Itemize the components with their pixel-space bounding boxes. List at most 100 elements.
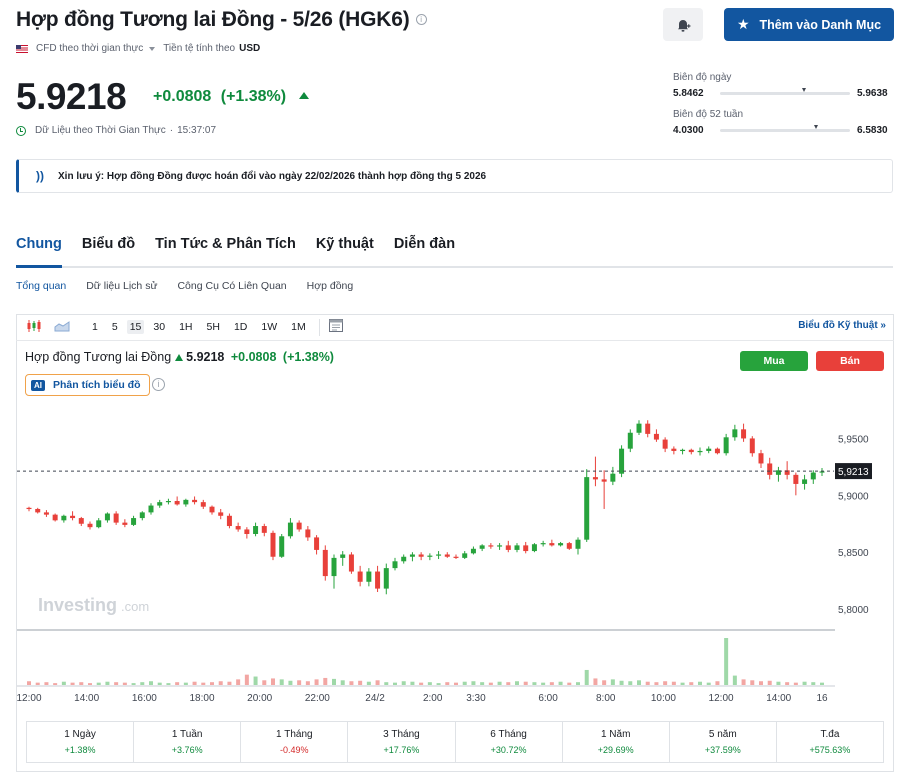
day-range-label: Biên độ ngày <box>673 72 732 83</box>
subtab-historical-data[interactable]: Dữ liệu Lịch sử <box>86 280 157 292</box>
volume-bar <box>79 682 84 685</box>
candle-body <box>697 450 703 453</box>
buy-button[interactable]: Mua <box>740 351 808 371</box>
candle-body <box>418 554 424 557</box>
volume-bar <box>340 680 345 685</box>
info-icon[interactable]: i <box>415 14 427 25</box>
volume-bar <box>706 682 711 685</box>
candle-body <box>331 557 337 577</box>
subtab-summary[interactable]: Tổng quan <box>16 280 66 292</box>
interval-5[interactable]: 5 <box>112 321 118 333</box>
volume-bar <box>497 681 502 685</box>
candle-body <box>549 543 555 546</box>
candle-body <box>253 526 259 534</box>
ai-chart-analysis-button[interactable]: AI Phân tích biểu đồ <box>25 374 150 396</box>
candle-body <box>523 545 529 552</box>
candle-body <box>52 514 58 521</box>
interval-1w[interactable]: 1W <box>261 321 277 333</box>
interval-1d[interactable]: 1D <box>234 321 247 333</box>
volume-bar <box>53 683 58 685</box>
candle-body <box>558 543 564 546</box>
volume-bar <box>262 680 267 685</box>
area-chart-type-icon[interactable] <box>54 320 70 335</box>
tab-technical[interactable]: Kỹ thuật <box>316 236 374 268</box>
interval-15[interactable]: 15 <box>126 320 145 334</box>
sub-tabs: Tổng quan Dữ liệu Lịch sử Công Cụ Có Liê… <box>16 280 373 292</box>
time-tick-label: 2:00 <box>423 693 443 704</box>
volume-bar <box>314 679 319 685</box>
interval-1m[interactable]: 1M <box>291 321 306 333</box>
price-chart[interactable]: Investing .com 5,95005,90005,85005,8000 … <box>17 400 893 710</box>
technical-chart-link[interactable]: Biểu đồ Kỹ thuật » <box>798 320 886 331</box>
add-alert-button[interactable] <box>663 8 703 41</box>
candle-body <box>261 526 267 533</box>
candle-body <box>505 545 511 550</box>
candle-body <box>436 554 442 556</box>
subtab-contracts[interactable]: Hợp đồng <box>307 280 354 292</box>
tab-overview[interactable]: Chung <box>16 236 62 268</box>
volume-bar <box>183 682 188 685</box>
candle-body <box>131 518 137 525</box>
source-label: CFD theo thời gian thực <box>36 43 144 54</box>
volume-bar <box>96 682 101 685</box>
candle-body <box>287 522 293 537</box>
tab-forum[interactable]: Diễn đàn <box>394 236 455 268</box>
candlesticks <box>26 420 825 595</box>
day-range-low: 5.8462 <box>673 88 704 99</box>
calendar-button[interactable] <box>328 319 343 335</box>
performance-value: +37.59% <box>704 745 741 755</box>
time-tick-label: 12:00 <box>709 693 734 704</box>
tab-news-analysis[interactable]: Tin Tức & Phân Tích <box>155 236 296 268</box>
volume-bar <box>88 683 92 685</box>
volume-bar <box>375 680 380 685</box>
candle-body <box>680 449 686 452</box>
legend-name: Hợp đồng Tương lai Đồng <box>25 350 172 364</box>
candle-body <box>270 532 276 557</box>
volume-bar <box>602 680 607 685</box>
candle-body <box>26 507 32 510</box>
volume-bar <box>445 682 450 685</box>
interval-1h[interactable]: 1H <box>179 321 192 333</box>
info-icon[interactable]: i <box>152 378 165 391</box>
candle-body <box>714 448 720 454</box>
candle-body <box>192 499 198 503</box>
calendar-icon <box>328 319 343 332</box>
candle-body <box>810 472 816 480</box>
volume-bar <box>236 679 241 685</box>
performance-cell: 3 Tháng +17.76% <box>348 722 456 762</box>
subtab-related-tools[interactable]: Công Cụ Có Liên Quan <box>177 280 286 292</box>
volume-bar <box>802 681 807 685</box>
volume-bar <box>410 681 415 685</box>
volume-bar <box>366 681 371 685</box>
sell-button[interactable]: Bán <box>816 351 884 371</box>
chevron-down-icon[interactable] <box>149 46 156 51</box>
chart-watermark: Investing <box>38 595 117 615</box>
volume-bar <box>610 679 615 685</box>
chart-toolbar: 1 5 15 30 1H 5H 1D 1W 1M Biểu đồ Kỹ thuậ… <box>16 314 894 341</box>
candle-body <box>226 515 232 527</box>
candle-body <box>671 448 677 451</box>
performance-value: +575.63% <box>809 745 851 755</box>
volume-bar <box>785 682 790 685</box>
tab-chart[interactable]: Biểu đồ <box>82 236 135 268</box>
candle-body <box>392 561 398 569</box>
performance-cell: 1 Năm +29.69% <box>563 722 670 762</box>
candle-body <box>78 518 84 524</box>
interval-5h[interactable]: 5H <box>207 321 220 333</box>
candle-body <box>566 543 572 549</box>
volume-bar <box>480 682 485 685</box>
candle-body <box>218 512 224 516</box>
interval-1[interactable]: 1 <box>92 321 98 333</box>
candle-body <box>70 515 76 519</box>
candlestick-type-icon[interactable] <box>26 319 42 336</box>
volume-bar <box>654 682 659 685</box>
add-to-watchlist-button[interactable]: ★ Thêm vào Danh Mục <box>724 8 894 41</box>
volume-bar <box>567 682 572 685</box>
performance-value: +30.72% <box>490 745 527 755</box>
realtime-label: Dữ Liệu theo Thời Gian Thực <box>35 125 166 136</box>
interval-30[interactable]: 30 <box>153 321 165 333</box>
candle-body <box>104 513 110 521</box>
performance-period: 6 Tháng <box>490 729 527 740</box>
candle-body <box>444 554 450 557</box>
volume-bar <box>454 682 458 685</box>
